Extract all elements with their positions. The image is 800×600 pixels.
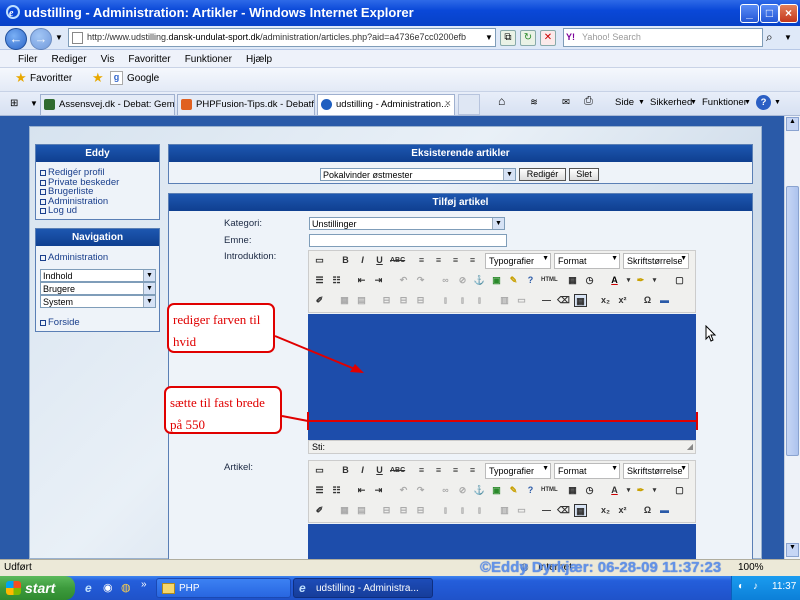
taskbar-item-php[interactable]: PHP	[156, 578, 291, 598]
zoom-level[interactable]: 100%	[738, 562, 764, 573]
scroll-up-icon[interactable]: ▲	[786, 117, 799, 131]
watermark-text: ©Eddy Dyrkjær: 06-28-09 11:37:23	[480, 559, 722, 576]
folder-icon	[162, 583, 175, 594]
tray-volume-icon[interactable]: ♪	[753, 581, 758, 592]
taskbar-item-udstilling[interactable]: e udstilling - Administra...	[293, 578, 433, 598]
tray-network-icon[interactable]: ◐	[738, 581, 744, 592]
color-arrow-line	[274, 335, 363, 373]
ie-task-icon: e	[299, 581, 306, 595]
scroll-thumb[interactable]	[786, 186, 799, 456]
system-tray: ◐ ♪ 11:37	[731, 576, 800, 600]
quicklaunch-ie-icon[interactable]: e	[85, 581, 92, 595]
clock[interactable]: 11:37	[772, 581, 796, 592]
start-button[interactable]: start	[0, 576, 75, 600]
annotation-color-note: rediger farven til hvid	[167, 303, 275, 353]
taskbar: start e ◉ ◍ » PHP e udstilling - Adminis…	[0, 576, 800, 600]
quicklaunch-media-icon[interactable]: ◉	[103, 581, 113, 594]
scroll-down-icon[interactable]: ▼	[786, 543, 799, 557]
annotation-width-note: sætte til fast brede på 550	[164, 386, 282, 434]
vertical-scrollbar[interactable]: ▲ ▼	[784, 116, 800, 559]
status-text: Udført	[4, 562, 32, 573]
annotation-arrows	[274, 335, 698, 430]
quicklaunch-firefox-icon[interactable]: ◍	[121, 581, 131, 594]
windows-logo-icon	[6, 581, 21, 595]
width-arrow-connector	[281, 415, 309, 422]
quicklaunch-more-icon[interactable]: »	[141, 579, 147, 590]
